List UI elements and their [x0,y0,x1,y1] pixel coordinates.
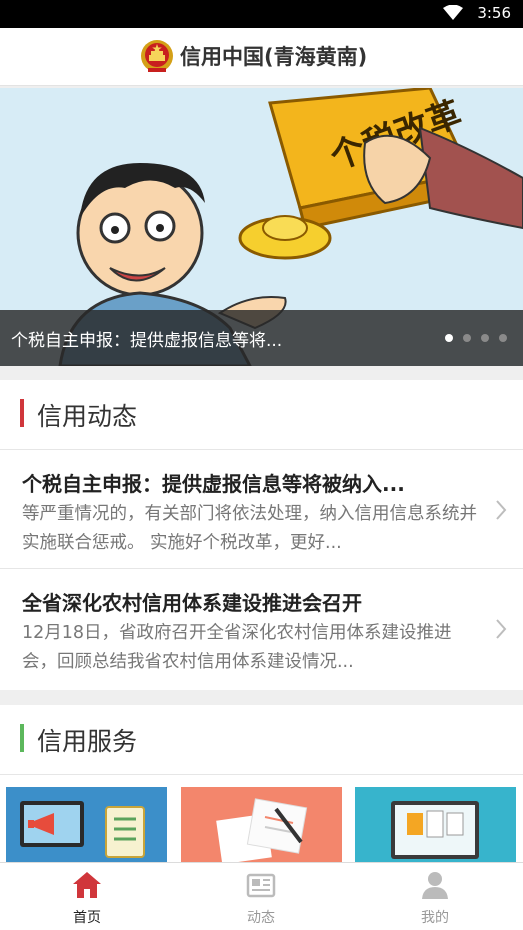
tab-home[interactable]: 首页 [0,863,174,930]
chevron-right-icon [496,500,507,520]
section-title: 信用服务 [37,727,138,756]
announcement-checklist-icon [20,801,145,858]
banner-carousel[interactable]: 个税改革 个税自主申报：提供虚报信息等将... [0,88,523,366]
section-header: 信用动态 [0,380,523,450]
news-icon [246,873,276,898]
news-item[interactable]: 全省深化农村信用体系建设推进会召开 12月18日，省政府召开全省深化农村信用体系… [0,569,523,688]
carousel-dot[interactable] [463,334,471,342]
tab-label: 首页 [73,910,101,926]
documents-pen-icon [216,798,308,865]
carousel-dot[interactable] [499,334,507,342]
service-card[interactable] [6,787,167,867]
status-time: 3:56 [477,4,511,22]
page-title: 信用中国(青海黄南) [180,45,368,69]
news-summary: 等严重情况的，有关部门将依法处理，纳入信用信息系统并实施联合惩戒。 实施好个税改… [22,504,477,553]
news-item[interactable]: 个税自主申报：提供虚报信息等将被纳入... 等严重情况的，有关部门将依法处理，纳… [0,450,523,569]
section-title: 信用动态 [37,402,138,431]
credit-news-section: 信用动态 个税自主申报：提供虚报信息等将被纳入... 等严重情况的，有关部门将依… [0,380,523,690]
bottom-tab-bar: 首页 动态 我的 [0,862,523,930]
credit-services-section: 信用服务 [0,705,523,867]
news-headline: 个税自主申报：提供虚报信息等将被纳入... [22,472,405,496]
section-accent-bar [20,724,24,752]
section-header: 信用服务 [0,705,523,775]
national-emblem-icon [141,40,173,72]
tab-label: 我的 [421,910,449,926]
news-summary: 12月18日，省政府召开全省深化农村信用体系建设推进会，回顾总结我省农村信用体系… [22,623,452,672]
banner-caption-bar: 个税自主申报：提供虚报信息等将... [0,310,523,366]
news-headline: 全省深化农村信用体系建设推进会召开 [22,591,362,615]
service-card[interactable] [181,787,342,867]
service-cards [0,787,523,867]
tab-label: 动态 [247,910,275,926]
service-card[interactable] [355,787,516,867]
home-icon [73,872,101,898]
tab-profile[interactable]: 我的 [348,863,522,930]
chevron-right-icon [496,619,507,639]
news-list: 个税自主申报：提供虚报信息等将被纳入... 等严重情况的，有关部门将依法处理，纳… [0,450,523,688]
user-icon [422,872,448,899]
carousel-dot[interactable] [445,334,453,342]
wifi-icon [443,5,463,20]
status-bar: 3:56 [0,0,523,28]
carousel-dot[interactable] [481,334,489,342]
section-accent-bar [20,399,24,427]
app-header: 信用中国(青海黄南) [0,28,523,86]
tab-news[interactable]: 动态 [174,863,348,930]
monitor-documents-icon [391,801,479,859]
carousel-indicator [445,334,507,342]
banner-caption: 个税自主申报：提供虚报信息等将... [11,331,283,351]
